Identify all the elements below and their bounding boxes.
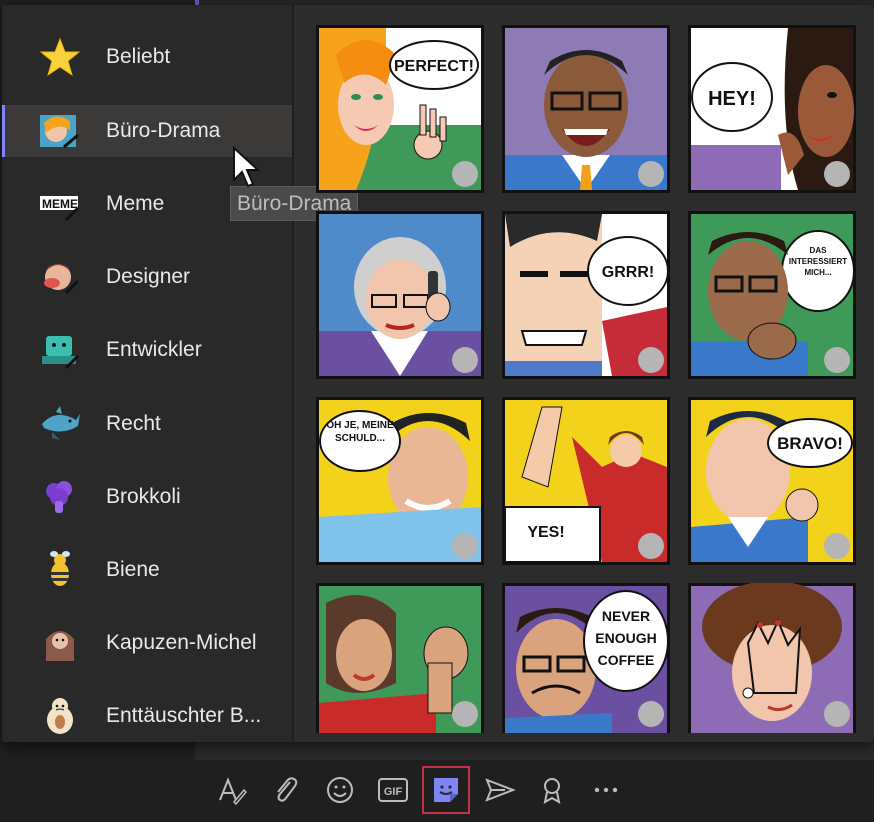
sticker-icon bbox=[434, 778, 458, 802]
sticker-caption: HEY! bbox=[708, 88, 756, 110]
more-options-button[interactable] bbox=[588, 772, 624, 808]
bee-icon bbox=[50, 551, 70, 586]
gif-button[interactable]: GIF bbox=[375, 772, 411, 808]
category-label: Beliebt bbox=[106, 45, 171, 68]
emoji-icon bbox=[327, 777, 353, 803]
edit-pencil-icon[interactable] bbox=[824, 161, 850, 187]
disappointed-icon bbox=[47, 698, 73, 734]
category-label: Enttäuschter B... bbox=[106, 704, 262, 727]
broccoli-icon bbox=[46, 481, 72, 513]
edit-pencil-icon[interactable] bbox=[638, 701, 664, 727]
selection-indicator bbox=[2, 105, 5, 157]
edit-pencil-icon[interactable] bbox=[638, 161, 664, 187]
category-item-recht[interactable]: Recht bbox=[2, 398, 292, 450]
attach-icon bbox=[277, 777, 298, 802]
format-icon bbox=[219, 777, 248, 806]
edit-pencil-icon[interactable] bbox=[824, 701, 850, 727]
category-item-beliebt[interactable]: Beliebt bbox=[2, 31, 292, 83]
sticker-perfect[interactable]: PERFECT! bbox=[316, 25, 484, 193]
category-label: Recht bbox=[106, 412, 161, 435]
sticker-oh-je-meine-schuld[interactable]: OH JE, MEINE SCHULD... bbox=[316, 397, 484, 565]
category-item-kapuzen-michel[interactable]: Kapuzen-Michel bbox=[2, 617, 292, 669]
more-icon bbox=[594, 787, 618, 793]
developer-icon bbox=[42, 336, 80, 370]
attach-button[interactable] bbox=[268, 772, 304, 808]
edit-pencil-icon[interactable] bbox=[824, 533, 850, 559]
office-drama-icon bbox=[40, 115, 79, 149]
shark-icon bbox=[42, 406, 80, 440]
sticker-caption: YES! bbox=[527, 524, 564, 541]
sticker-flexing-woman[interactable] bbox=[316, 583, 484, 733]
edit-pencil-icon[interactable] bbox=[452, 347, 478, 373]
sticker-caption: GRRR! bbox=[602, 264, 654, 281]
sticker-grrr[interactable]: GRRR! bbox=[502, 211, 670, 379]
sticker-grandma-phone[interactable] bbox=[316, 211, 484, 379]
format-button[interactable] bbox=[214, 772, 250, 808]
category-label: Kapuzen-Michel bbox=[106, 631, 257, 654]
meet-now-button[interactable] bbox=[481, 772, 517, 808]
category-label: Entwickler bbox=[106, 338, 202, 361]
send-icon bbox=[485, 778, 516, 802]
edit-pencil-icon[interactable] bbox=[638, 533, 664, 559]
sticker-hey[interactable]: HEY! bbox=[688, 25, 856, 193]
mouse-cursor-icon bbox=[233, 146, 261, 188]
gif-label: GIF bbox=[384, 786, 403, 798]
sticker-caption: OH JE, MEINE SCHULD... bbox=[326, 420, 394, 444]
sticker-caption: NEVER ENOUGH COFFEE bbox=[595, 608, 657, 668]
emoji-button[interactable] bbox=[322, 772, 358, 808]
edit-pencil-icon[interactable] bbox=[638, 347, 664, 373]
hoodie-icon bbox=[46, 631, 74, 661]
category-label: Brokkoli bbox=[106, 485, 181, 508]
svg-text:MEME: MEME bbox=[42, 197, 78, 211]
category-item-biene[interactable]: Biene bbox=[2, 544, 292, 596]
praise-button[interactable] bbox=[534, 772, 570, 808]
compose-toolbar: GIF bbox=[0, 760, 874, 822]
sticker-yes[interactable]: YES! bbox=[502, 397, 670, 565]
category-label: Büro-Drama bbox=[106, 119, 221, 142]
sticker-never-enough-coffee[interactable]: NEVER ENOUGH COFFEE bbox=[502, 583, 670, 733]
sticker-button[interactable] bbox=[422, 766, 470, 814]
category-item-entwickler[interactable]: Entwickler bbox=[2, 324, 292, 376]
sidebar-divider bbox=[292, 5, 294, 742]
edit-pencil-icon[interactable] bbox=[824, 347, 850, 373]
category-item-brokkoli[interactable]: Brokkoli bbox=[2, 471, 292, 523]
designer-icon bbox=[44, 264, 80, 295]
sticker-laughing-man[interactable] bbox=[502, 25, 670, 193]
gif-icon: GIF bbox=[378, 778, 408, 802]
category-label: Designer bbox=[106, 265, 191, 288]
edit-pencil-icon[interactable] bbox=[452, 701, 478, 727]
compose-area bbox=[195, 740, 874, 760]
category-item-enttaeuschter[interactable]: Enttäuschter B... bbox=[2, 690, 292, 742]
edit-pencil-icon[interactable] bbox=[452, 533, 478, 559]
category-label: Biene bbox=[106, 558, 160, 581]
meme-icon: MEME bbox=[40, 196, 80, 222]
focus-outline bbox=[316, 25, 484, 193]
star-icon bbox=[39, 37, 81, 77]
praise-icon bbox=[543, 778, 561, 804]
category-label: Meme bbox=[106, 192, 165, 215]
sticker-caption: BRAVO! bbox=[777, 434, 843, 453]
category-sidebar: Beliebt Büro-Drama MEME Meme Designer En… bbox=[2, 5, 292, 742]
category-item-designer[interactable]: Designer bbox=[2, 251, 292, 303]
sticker-caption: DAS INTERESSIERT MICH... bbox=[788, 246, 848, 277]
sticker-das-interessiert-mich[interactable]: DAS INTERESSIERT MICH... bbox=[688, 211, 856, 379]
sticker-bravo[interactable]: BRAVO! bbox=[688, 397, 856, 565]
sticker-facepalm[interactable] bbox=[688, 583, 856, 733]
